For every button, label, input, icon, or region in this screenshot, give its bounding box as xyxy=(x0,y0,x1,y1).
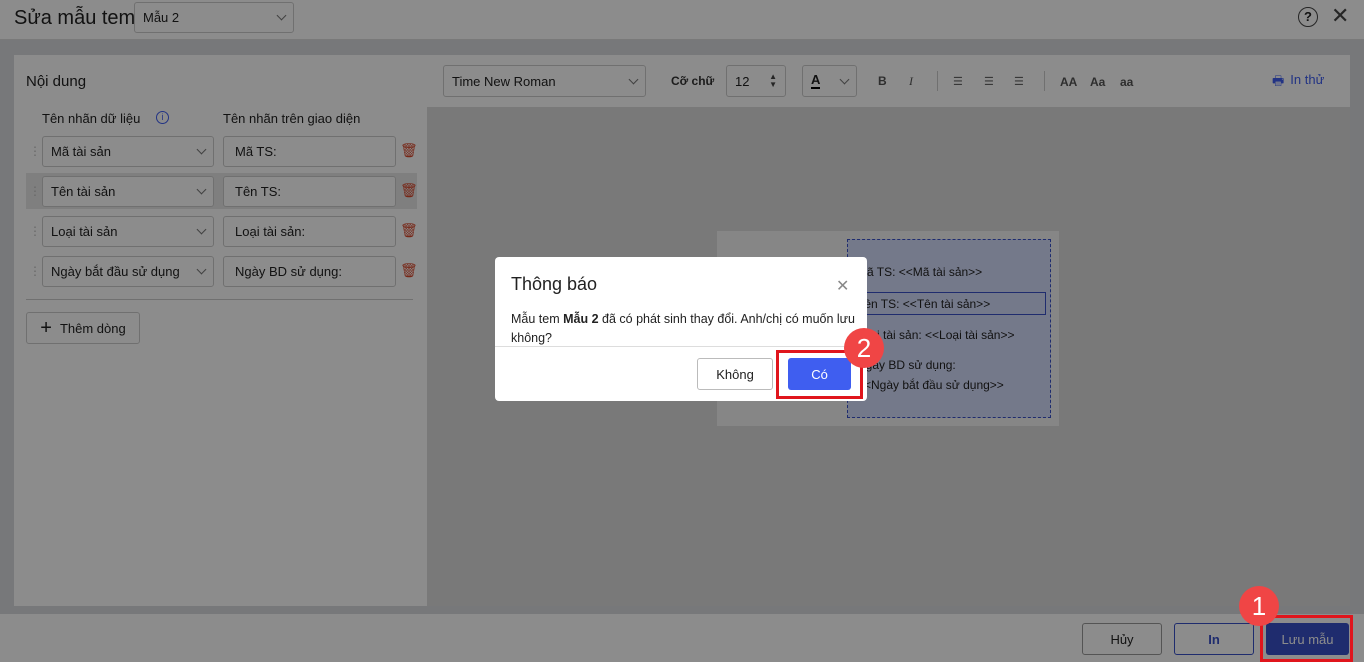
no-button[interactable]: Không xyxy=(697,358,773,390)
dialog-divider xyxy=(495,346,867,347)
dialog-title: Thông báo xyxy=(511,274,598,294)
annotation-highlight-save xyxy=(1260,615,1353,662)
close-icon[interactable]: ✕ xyxy=(836,276,849,296)
step-badge-2: 2 xyxy=(844,328,884,368)
step-badge-1: 1 xyxy=(1239,586,1279,626)
msg-prefix: Mẫu tem xyxy=(511,312,564,326)
dialog-message: Mẫu tem Mẫu 2 đã có phát sinh thay đổi. … xyxy=(511,310,856,348)
msg-template-name: Mẫu 2 xyxy=(563,312,599,326)
